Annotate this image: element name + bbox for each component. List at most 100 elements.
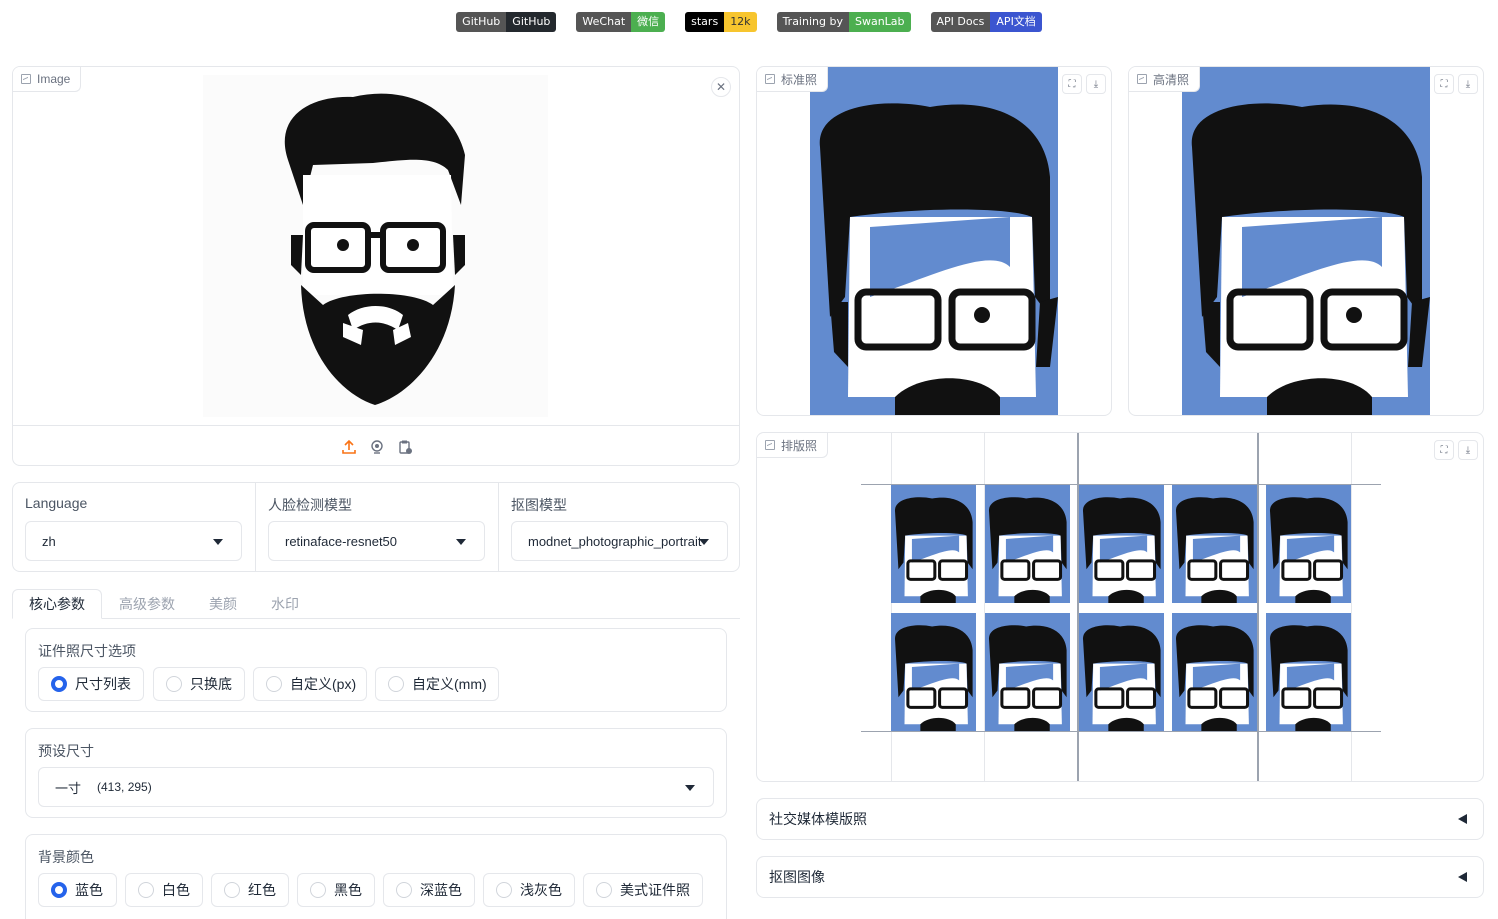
bg-color-title: 背景颜色 [38,849,94,865]
radio-size-list[interactable]: 尺寸列表 [38,667,144,701]
layout-photo-panel: 排版照 ⛶ ⤓ [756,432,1484,782]
fullscreen-icon[interactable]: ⛶ [1434,74,1454,94]
input-image-panel[interactable]: Image ✕ [12,66,740,466]
face-detect-model-value: retinaface-resnet50 [285,533,398,549]
matting-model-value: modnet_photographic_portrait [528,533,702,549]
radio-label: 自定义(mm) [412,676,487,692]
badge-left-text: GitHub [456,12,507,32]
layout-photo-thumbnail [1079,613,1164,731]
badge-right-text: GitHub [506,12,557,32]
divider [498,483,499,571]
layout-photo-label-text: 排版照 [781,438,818,453]
webcam-icon[interactable] [369,439,385,455]
matting-image-accordion[interactable]: 抠图图像 [756,856,1484,898]
tab-watermark[interactable]: 水印 [258,589,312,619]
layout-photo-label: 排版照 [757,433,829,458]
layout-photo-thumbnail [1266,485,1351,603]
collapse-arrow-icon [1458,872,1467,882]
fullscreen-icon[interactable]: ⛶ [1434,440,1454,460]
hd-photo-panel: 高清照 ⛶ ⤓ [1128,66,1484,416]
layout-photo-thumbnail [1172,613,1257,731]
radio-white[interactable]: 白色 [125,873,203,907]
upload-icon[interactable] [341,439,357,455]
divider [255,483,256,571]
layout-sheet [861,433,1381,781]
badge-row: GitHub GitHub WeChat 微信 stars 12k Training … [0,12,1498,32]
radio-blue[interactable]: 蓝色 [38,873,117,907]
language-label: Language [25,495,88,511]
badge-left-text: Training by [776,12,849,32]
radio-custom-mm[interactable]: 自定义(mm) [375,667,499,701]
stars-badge[interactable]: stars 12k [685,12,757,32]
wechat-badge[interactable]: WeChat 微信 [576,12,666,32]
badge-right-text: API文档 [990,12,1042,32]
input-toolbar [13,425,739,465]
image-icon [1137,74,1147,84]
close-icon[interactable]: ✕ [711,77,731,97]
bg-color-group: 背景颜色 蓝色 白色 红色 黑色 深蓝色 浅灰色 美式证件照 [25,834,727,919]
radio-dot [166,676,182,692]
model-settings-row: Language zh 人脸检测模型 retinaface-resnet50 抠… [12,482,740,572]
standard-photo-label: 标准照 [757,67,829,92]
radio-label: 白色 [162,882,190,898]
fullscreen-icon[interactable]: ⛶ [1062,74,1082,94]
radio-us-id[interactable]: 美式证件照 [583,873,703,907]
standard-photo-label-text: 标准照 [781,72,818,87]
radio-dot [388,676,404,692]
matting-model-select[interactable]: modnet_photographic_portrait [511,521,728,561]
bearded-man-illustration [284,93,465,405]
radio-label: 美式证件照 [620,882,690,898]
clipboard-icon[interactable] [397,439,413,455]
face-detect-model-select[interactable]: retinaface-resnet50 [268,521,485,561]
portrait-illustration [1191,103,1430,415]
download-icon[interactable]: ⤓ [1086,74,1106,94]
tab-advanced-params[interactable]: 高级参数 [108,589,186,619]
radio-label: 深蓝色 [420,882,462,898]
radio-dot [596,882,612,898]
collapse-arrow-icon [1458,814,1467,824]
api-docs-badge[interactable]: API Docs API文档 [930,12,1042,32]
radio-dot [224,882,240,898]
radio-dot [310,882,326,898]
preset-size-select[interactable]: 一寸 (413, 295) [38,767,714,807]
github-badge[interactable]: GitHub GitHub [456,12,557,32]
tab-beauty[interactable]: 美颜 [196,589,250,619]
radio-black[interactable]: 黑色 [297,873,375,907]
layout-photo-thumbnail [1172,485,1257,603]
radio-dark-blue[interactable]: 深蓝色 [383,873,475,907]
input-image-label-text: Image [37,72,71,86]
standard-photo-image [810,67,1058,415]
swanlab-badge[interactable]: Training by SwanLab [776,12,911,32]
download-icon[interactable]: ⤓ [1458,440,1478,460]
radio-red[interactable]: 红色 [211,873,289,907]
radio-label: 红色 [248,882,276,898]
chevron-down-icon [456,539,466,545]
image-icon [765,440,775,450]
badge-right-text: 微信 [631,12,666,32]
badge-left-text: stars [685,12,725,32]
face-detect-model-label: 人脸检测模型 [268,497,352,513]
badge-left-text: WeChat [576,12,632,32]
radio-label: 浅灰色 [520,882,562,898]
badge-left-text: API Docs [930,12,991,32]
tab-core-params[interactable]: 核心参数 [12,589,102,619]
chevron-down-icon [685,785,695,791]
radio-bg-only[interactable]: 只换底 [153,667,245,701]
layout-photo-thumbnail [891,613,976,731]
badge-right-text: 12k [724,12,757,32]
radio-label: 尺寸列表 [75,676,131,692]
portrait-illustration [819,103,1058,415]
matting-model-label: 抠图模型 [511,497,567,513]
radio-custom-px[interactable]: 自定义(px) [253,667,367,701]
language-select[interactable]: zh [25,521,242,561]
social-media-template-accordion[interactable]: 社交媒体模版照 [756,798,1484,840]
radio-light-gray[interactable]: 浅灰色 [483,873,575,907]
layout-photo-thumbnail [985,485,1070,603]
input-image-label: Image [13,67,82,92]
accordion-title: 抠图图像 [769,869,825,885]
download-icon[interactable]: ⤓ [1458,74,1478,94]
radio-dot [138,882,154,898]
layout-photo-thumbnail [891,485,976,603]
size-option-group: 证件照尺寸选项 尺寸列表 只换底 自定义(px) 自定义(mm) [25,628,727,712]
language-value: zh [42,533,56,549]
